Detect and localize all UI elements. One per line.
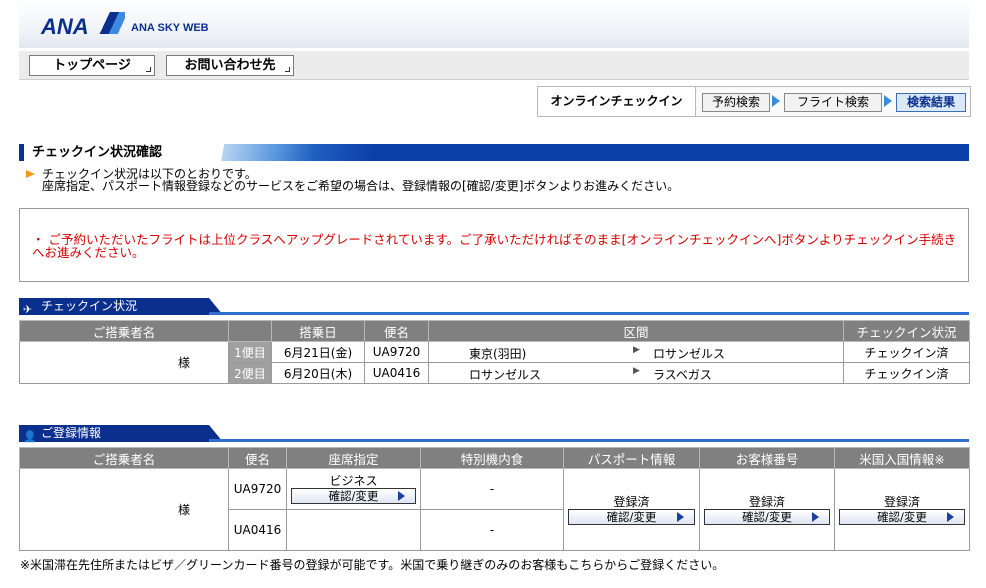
passenger-name-cell: 様 <box>19 341 229 384</box>
route-to: ロサンゼルス <box>653 347 726 361</box>
flight-cell: UA0416 <box>228 509 287 551</box>
registration-table: ご搭乗者名 便名 座席指定 特別機内食 パスポート情報 お客様番号 米国入国情報… <box>19 447 970 551</box>
section-band <box>214 144 969 161</box>
section-title: チェックイン状況確認 <box>19 144 969 162</box>
step-arrow-icon <box>772 95 780 107</box>
confirm-label: 確認/変更 <box>328 489 379 503</box>
contact-button[interactable]: お問い合わせ先 <box>166 55 294 76</box>
top-page-button[interactable]: トップページ <box>29 55 155 76</box>
passport-confirm-button[interactable]: 確認/変更 <box>568 508 695 525</box>
flight-cell: UA9720 <box>228 468 287 510</box>
col-segment <box>228 320 272 342</box>
seat-cell: ビジネス 確認/変更 <box>286 468 421 510</box>
date-cell: 6月20日(木) <box>271 362 365 384</box>
meal-cell: - <box>420 509 564 551</box>
meal-cell: - <box>420 468 564 510</box>
passenger-suffix: 様 <box>177 503 190 517</box>
passenger-name-cell: 様 <box>19 468 229 551</box>
col-passenger: ご搭乗者名 <box>19 447 229 469</box>
col-meal: 特別機内食 <box>420 447 564 469</box>
date-cell: 6月21日(金) <box>271 341 365 363</box>
col-customer-number: お客様番号 <box>699 447 835 469</box>
checkin-status-heading: ✈ チェックイン状況 <box>19 298 969 316</box>
segment-cell: 1便目 <box>228 341 272 363</box>
page-title: チェックイン状況確認 <box>32 145 163 160</box>
checkin-steps: オンラインチェックイン 予約検索 フライト検索 検索結果 <box>537 86 971 117</box>
step-arrow-icon <box>884 95 892 107</box>
customer-number-confirm-button[interactable]: 確認/変更 <box>704 508 830 525</box>
registration-tab: 👤 ご登録情報 <box>19 425 223 443</box>
col-flight: 便名 <box>228 447 287 469</box>
customer-number-cell: 登録済 確認/変更 <box>699 468 835 551</box>
registration-label: ご登録情報 <box>41 426 102 440</box>
passport-status: 登録済 <box>613 494 650 509</box>
route-from: 東京(羽田) <box>469 347 527 361</box>
flight-cell: UA0416 <box>364 362 429 384</box>
steps-title: オンラインチェックイン <box>538 87 696 116</box>
nav-bar: トップページ お問い合わせ先 <box>19 51 969 80</box>
flight-cell: UA9720 <box>364 341 429 363</box>
footnote: ※米国滞在先住所またはビザ／グリーンカード番号の登録が可能です。米国で乗り継ぎの… <box>20 558 725 572</box>
step-reservation-search: 予約検索 <box>702 93 770 112</box>
ana-logo[interactable]: ANA <box>41 14 89 40</box>
table-row: 様 UA9720 ビジネス 確認/変更 - 登録済 確認/変更 登録済 確認/変… <box>19 468 970 551</box>
heading-rule <box>209 312 969 315</box>
status-cell: チェックイン済 <box>843 341 970 363</box>
registration-heading: 👤 ご登録情報 <box>19 425 969 443</box>
route-arrow-icon: ▶ <box>633 345 640 355</box>
us-entry-cell: 登録済 確認/変更 <box>834 468 970 551</box>
col-route: 区間 <box>428 320 844 342</box>
us-entry-status: 登録済 <box>883 494 920 509</box>
us-entry-confirm-button[interactable]: 確認/変更 <box>839 508 965 525</box>
person-icon: 👤 <box>23 430 37 443</box>
col-flight: 便名 <box>364 320 429 342</box>
col-date: 搭乗日 <box>271 320 365 342</box>
route-cell: 東京(羽田) ▶ ロサンゼルス <box>428 341 844 363</box>
passport-cell: 登録済 確認/変更 <box>563 468 700 551</box>
col-status: チェックイン状況 <box>843 320 970 342</box>
section-bar <box>19 144 24 161</box>
checkin-status-label: チェックイン状況 <box>41 299 138 313</box>
brand-name: ANA SKY WEB <box>131 22 209 34</box>
confirm-label: 確認/変更 <box>606 509 657 524</box>
route-from: ロサンゼルス <box>469 368 542 382</box>
checkin-status-table: ご搭乗者名 搭乗日 便名 区間 チェックイン状況 様 1便目 6月21日(金) … <box>19 320 970 384</box>
customer-number-status: 登録済 <box>748 494 785 509</box>
table-row: 様 1便目 6月21日(金) UA9720 東京(羽田) ▶ ロサンゼルス チェ… <box>19 341 970 384</box>
status-cell: チェックイン済 <box>843 362 970 384</box>
passenger-suffix: 様 <box>177 356 190 370</box>
note-line-2: 座席指定、パスポート情報登録などのサービスをご希望の場合は、登録情報の[確認/変… <box>42 179 680 193</box>
segment-cell: 2便目 <box>228 362 272 384</box>
col-seat: 座席指定 <box>286 447 421 469</box>
route-arrow-icon: ▶ <box>633 366 640 376</box>
col-passport: パスポート情報 <box>563 447 700 469</box>
route-to: ラスベガス <box>653 368 712 382</box>
seat-confirm-button[interactable]: 確認/変更 <box>291 488 416 504</box>
confirm-label: 確認/変更 <box>742 509 792 524</box>
heading-rule <box>209 439 969 442</box>
route-cell: ロサンゼルス ▶ ラスベガス <box>428 362 844 384</box>
site-header: ANA ANA SKY WEB <box>19 0 969 48</box>
ana-logo-stripe-icon <box>99 12 125 34</box>
step-search-results: 検索結果 <box>896 93 966 112</box>
upgrade-message: ・ ご予約いただいたフライトは上位クラスへアップグレードされています。ご了承いた… <box>32 232 957 260</box>
col-passenger: ご搭乗者名 <box>19 320 229 342</box>
upgrade-alert: ・ ご予約いただいたフライトは上位クラスへアップグレードされています。ご了承いた… <box>19 208 969 282</box>
airplane-icon: ✈ <box>23 303 33 316</box>
confirm-label: 確認/変更 <box>877 509 927 524</box>
orange-arrow-icon <box>26 170 35 178</box>
col-us-entry: 米国入国情報※ <box>834 447 970 469</box>
seat-cell <box>286 509 421 551</box>
seat-class: ビジネス <box>329 474 378 488</box>
checkin-status-tab: ✈ チェックイン状況 <box>19 298 223 316</box>
step-flight-search: フライト検索 <box>784 93 882 112</box>
